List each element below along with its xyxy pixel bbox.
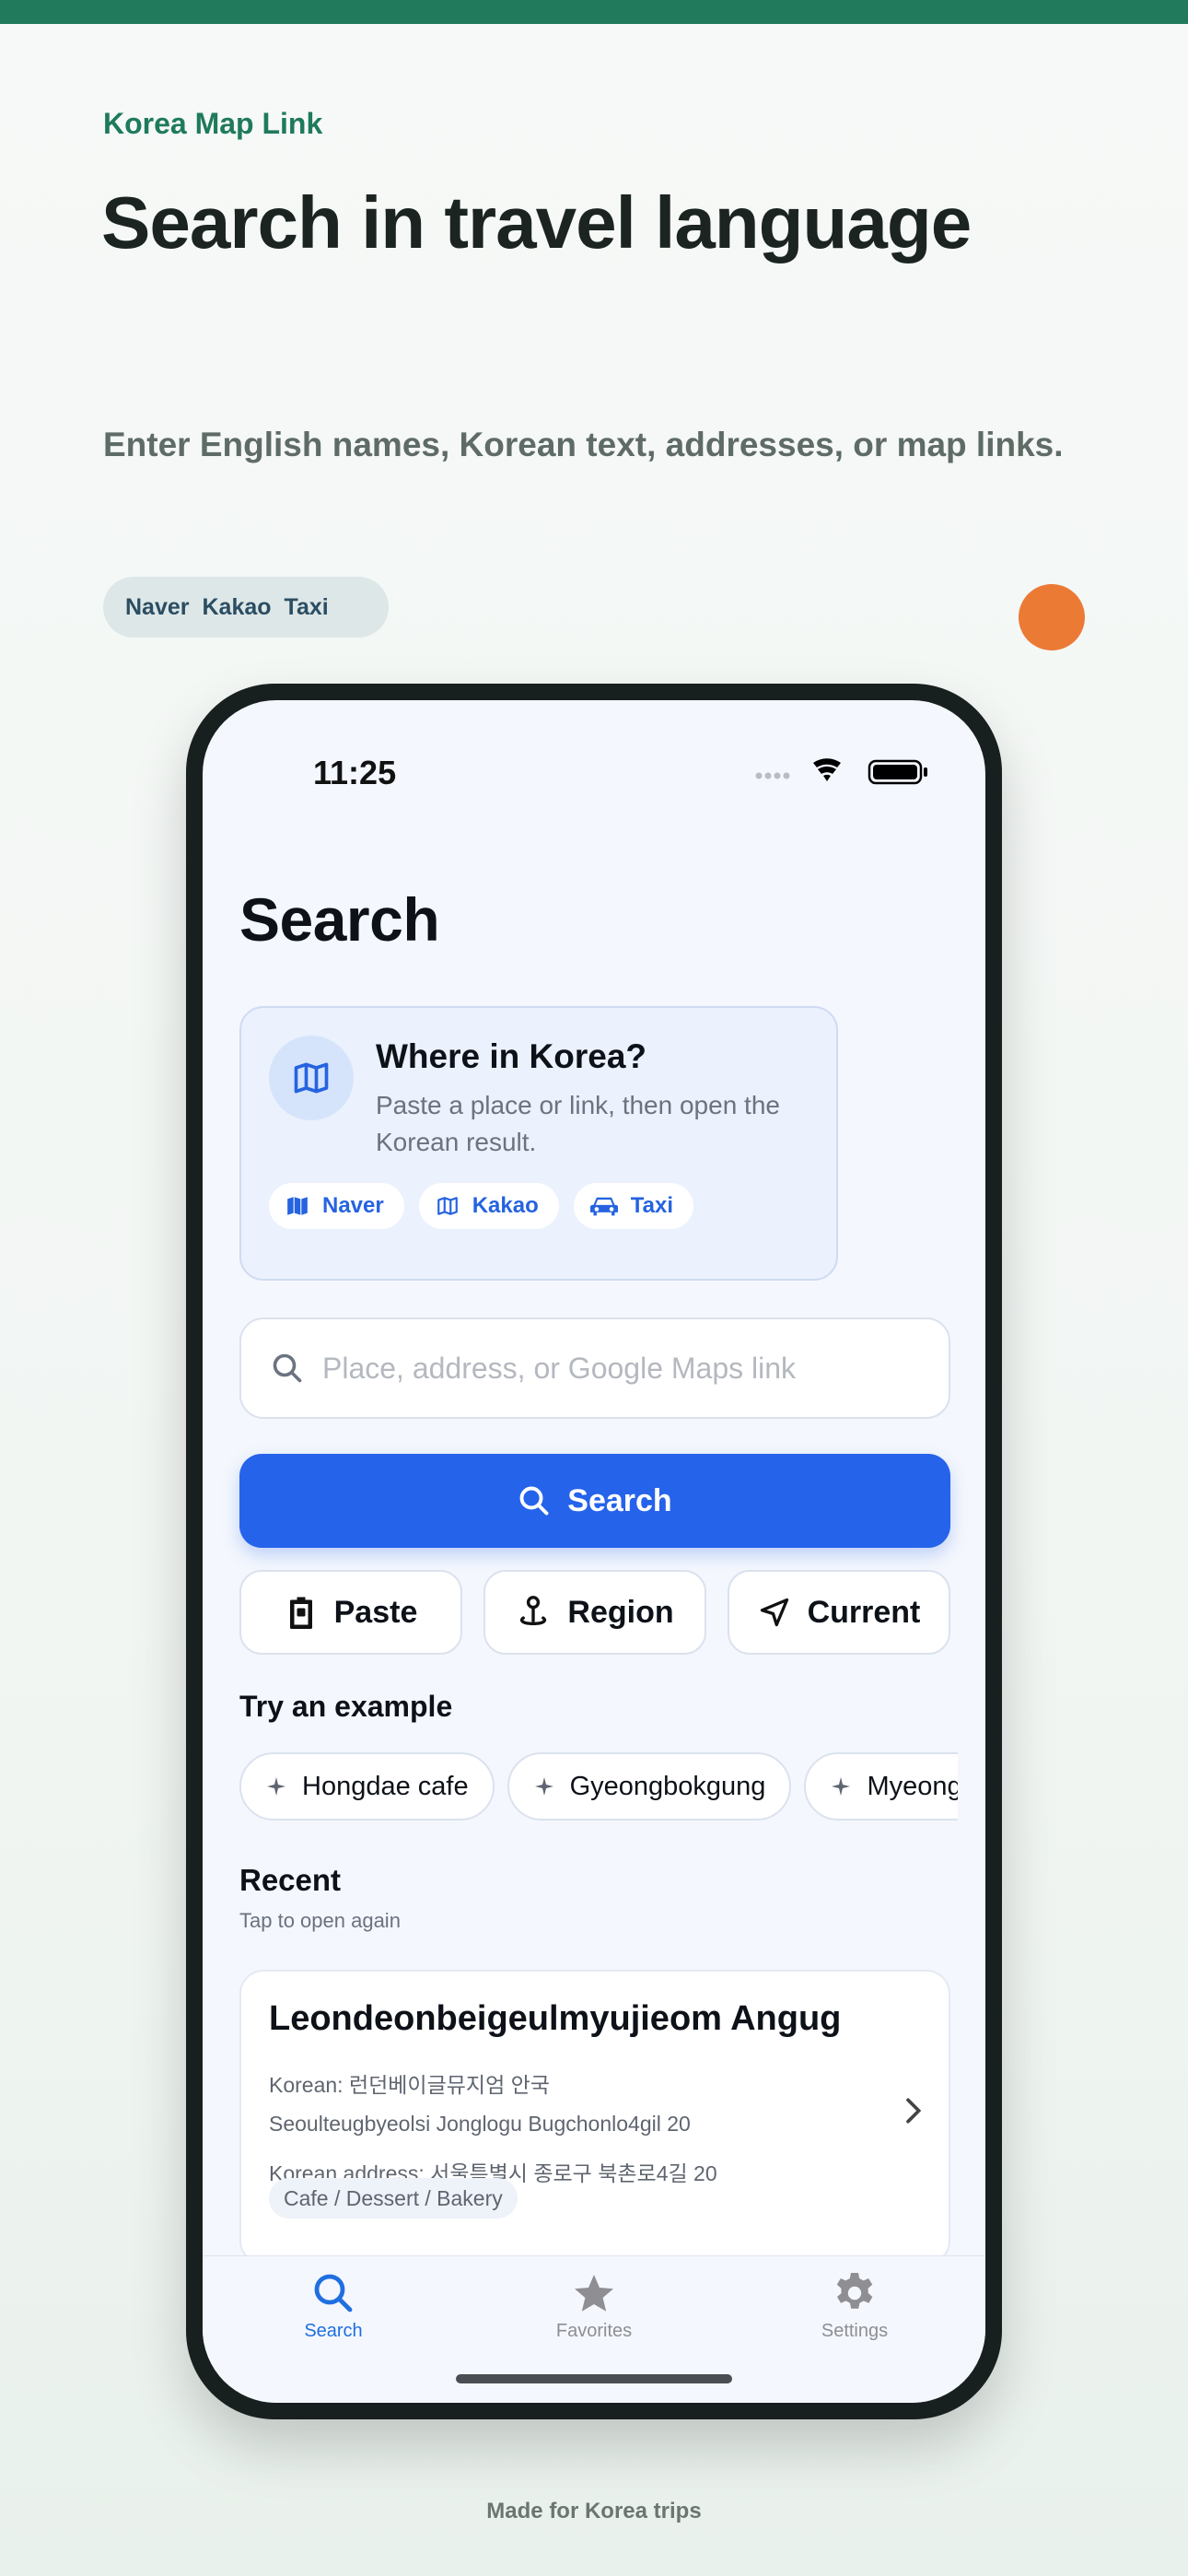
provider-pill: Naver Kakao Taxi <box>103 577 389 638</box>
chip-label: Kakao <box>472 1193 539 1218</box>
promo-subline: Enter English names, Korean text, addres… <box>103 426 1064 463</box>
example-chip[interactable]: Myeongdong <box>804 1752 958 1821</box>
current-label: Current <box>807 1594 921 1630</box>
status-time: 11:25 <box>313 754 397 791</box>
promo-headline: Search in travel language <box>101 181 972 263</box>
map-outline-icon <box>437 1197 458 1215</box>
chip-naver[interactable]: Naver <box>269 1183 404 1229</box>
map-icon <box>269 1036 354 1120</box>
recent-item-address: Seoulteugbyeolsi Jonglogu Bugchonlo4gil … <box>269 2112 691 2136</box>
status-icons <box>755 758 927 785</box>
recent-subtitle: Tap to open again <box>239 1909 401 1932</box>
tab-settings[interactable]: Settings <box>763 2271 947 2342</box>
hint-card: Where in Korea? Paste a place or link, t… <box>239 1006 838 1281</box>
battery-icon <box>868 759 927 785</box>
chip-taxi[interactable]: Taxi <box>573 1183 694 1229</box>
recent-item-name: Leondeonbeigeulmyujieom Angug <box>269 1999 842 2038</box>
search-icon <box>519 1486 549 1516</box>
tab-label: Settings <box>821 2321 889 2341</box>
search-button[interactable]: Search <box>239 1454 950 1548</box>
examples-row: Hongdae cafe Gyeongbokgung Myeongdong <box>239 1752 958 1822</box>
example-label: Myeongdong <box>867 1771 958 1801</box>
map-filled-icon <box>287 1197 308 1215</box>
recent-item-korean: Korean: 런던베이글뮤지엄 안국 <box>269 2073 550 2097</box>
promo-footer: Made for Korea trips <box>486 2499 702 2523</box>
star-icon <box>575 2275 613 2312</box>
search-field[interactable] <box>239 1317 950 1419</box>
example-chip[interactable]: Hongdae cafe <box>239 1752 495 1821</box>
clipboard-icon <box>289 1597 312 1629</box>
pill-item-kakao: Kakao <box>202 593 272 620</box>
recent-title: Recent <box>239 1863 342 1897</box>
car-icon <box>589 1197 618 1216</box>
sparkle-icon <box>267 1777 285 1796</box>
chip-label: Naver <box>322 1193 384 1218</box>
tab-bar: Search Favorites Settings <box>203 2255 985 2403</box>
pill-item-naver: Naver <box>125 593 190 620</box>
tab-label: Search <box>304 2321 363 2341</box>
signal-icon <box>755 772 790 779</box>
example-label: Gyeongbokgung <box>569 1771 766 1801</box>
decorative-dot <box>1019 584 1085 650</box>
current-location-button[interactable]: Current <box>728 1570 950 1655</box>
hint-card-title: Where in Korea? <box>376 1037 646 1075</box>
top-accent-bar <box>0 0 1188 24</box>
region-label: Region <box>567 1594 674 1630</box>
home-indicator <box>456 2374 732 2383</box>
phone-screen: 11:25 Search Where in Korea? Paste a pla… <box>203 700 985 2403</box>
examples-title: Try an example <box>239 1690 453 1723</box>
screen-title: Search <box>239 885 440 954</box>
region-button[interactable]: Region <box>483 1570 706 1655</box>
chip-label: Taxi <box>630 1193 674 1218</box>
wifi-icon <box>813 758 841 781</box>
pin-icon <box>520 1596 547 1626</box>
tab-search[interactable]: Search <box>241 2271 425 2342</box>
example-label: Hongdae cafe <box>302 1771 469 1801</box>
chevron-right-icon <box>906 2098 922 2124</box>
search-icon <box>273 1353 302 1383</box>
app-name: Korea Map Link <box>103 107 323 140</box>
paste-button[interactable]: Paste <box>239 1570 462 1655</box>
hint-card-description: Paste a place or link, then open the Kor… <box>376 1091 780 1156</box>
example-chip[interactable]: Gyeongbokgung <box>507 1752 792 1821</box>
paste-label: Paste <box>333 1594 418 1630</box>
chip-kakao[interactable]: Kakao <box>418 1183 559 1229</box>
recent-item[interactable]: Leondeonbeigeulmyujieom Angug Korean: 런던… <box>239 1970 950 2265</box>
gear-icon <box>836 2273 873 2309</box>
pill-item-taxi: Taxi <box>284 593 329 620</box>
category-badge: Cafe / Dessert / Bakery <box>269 2178 518 2219</box>
search-button-label: Search <box>567 1482 672 1518</box>
tab-favorites[interactable]: Favorites <box>502 2271 686 2342</box>
provider-chips: Naver Kakao Taxi <box>269 1183 694 1229</box>
search-input[interactable] <box>322 1351 912 1386</box>
sparkle-icon <box>832 1777 851 1796</box>
location-arrow-icon <box>760 1598 788 1627</box>
tab-label: Favorites <box>555 2321 633 2341</box>
sparkle-icon <box>534 1777 553 1796</box>
search-icon <box>314 2274 353 2313</box>
phone-frame: 11:25 Search Where in Korea? Paste a pla… <box>186 684 1002 2419</box>
